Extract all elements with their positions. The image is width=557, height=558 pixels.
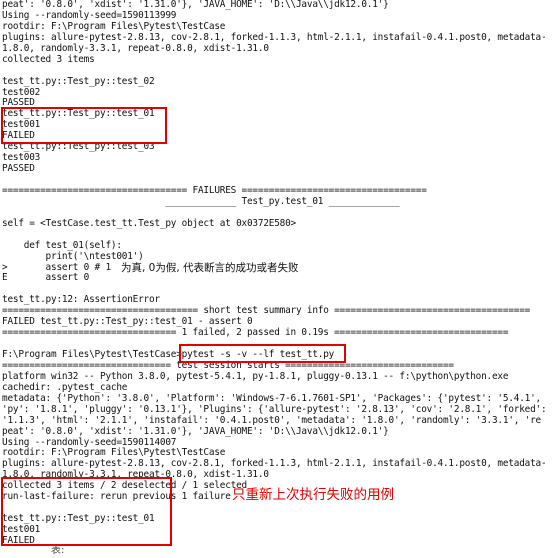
highlight-failed-test-first-run [1, 107, 167, 144]
terminal-line: test002 [2, 86, 41, 98]
terminal-line: PASSED [2, 163, 35, 175]
terminal-line: def test_01(self): [2, 239, 122, 251]
terminal-line: '1.1.3', 'html': '2.1.1', 'instafail': '… [2, 414, 541, 426]
terminal-output: peat': '0.8.0', 'xdist': '1.31.0'}, 'JAV… [0, 0, 557, 552]
terminal-line: test_tt.py::Test_py::test_02 [2, 75, 155, 87]
terminal-line: E assert 0 [2, 272, 90, 284]
terminal-line: ================================ 1 faile… [2, 327, 509, 339]
terminal-line: peat': '0.8.0', 'xdist': '1.31.0'}, 'JAV… [2, 425, 389, 437]
terminal-line: collected 3 items [2, 53, 95, 65]
terminal-line: _____________ Test_py.test_01 __________… [2, 195, 400, 207]
highlight-failed-test-rerun [1, 477, 172, 546]
rerun-annotation: 只重新上次执行失败的用例 [232, 487, 394, 503]
assert-comment: 为真, 0为假, 代表断言的成功或者失败 [121, 262, 299, 274]
terminal-line: test003 [2, 152, 41, 164]
terminal-line: self = <TestCase.test_tt.Test_py object … [2, 217, 296, 229]
terminal-line: 'py': '1.8.1', 'pluggy': '0.13.1'}, 'Plu… [2, 403, 547, 415]
highlight-rerun-command [179, 344, 346, 363]
